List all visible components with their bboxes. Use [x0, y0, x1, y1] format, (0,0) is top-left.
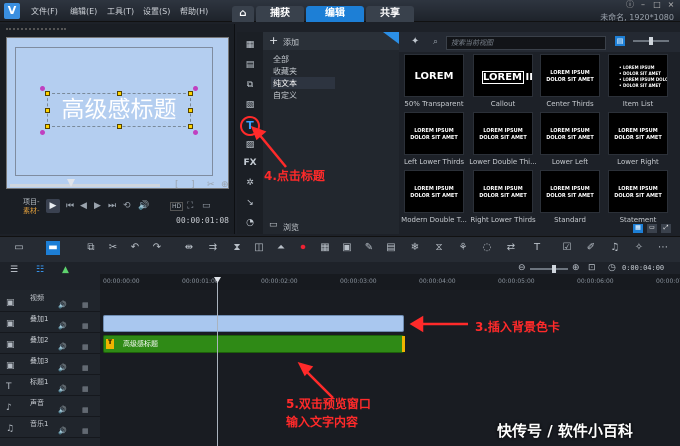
arrow-to-title-icon	[257, 132, 287, 168]
arrow-head	[297, 362, 314, 377]
arrow-to-title-clip	[304, 369, 334, 399]
annotation-double-click: 5.双击预览窗口	[286, 397, 371, 411]
annotation-insert-bg: 3.插入背景色卡	[475, 320, 560, 334]
annotation-input-text: 输入文字内容	[286, 415, 359, 429]
watermark: 快传号 / 软件小百科	[497, 422, 633, 440]
annotation-arrows	[250, 125, 468, 399]
arrow-head	[409, 315, 424, 333]
annotation-click-title: 4.点击标题	[264, 169, 325, 183]
